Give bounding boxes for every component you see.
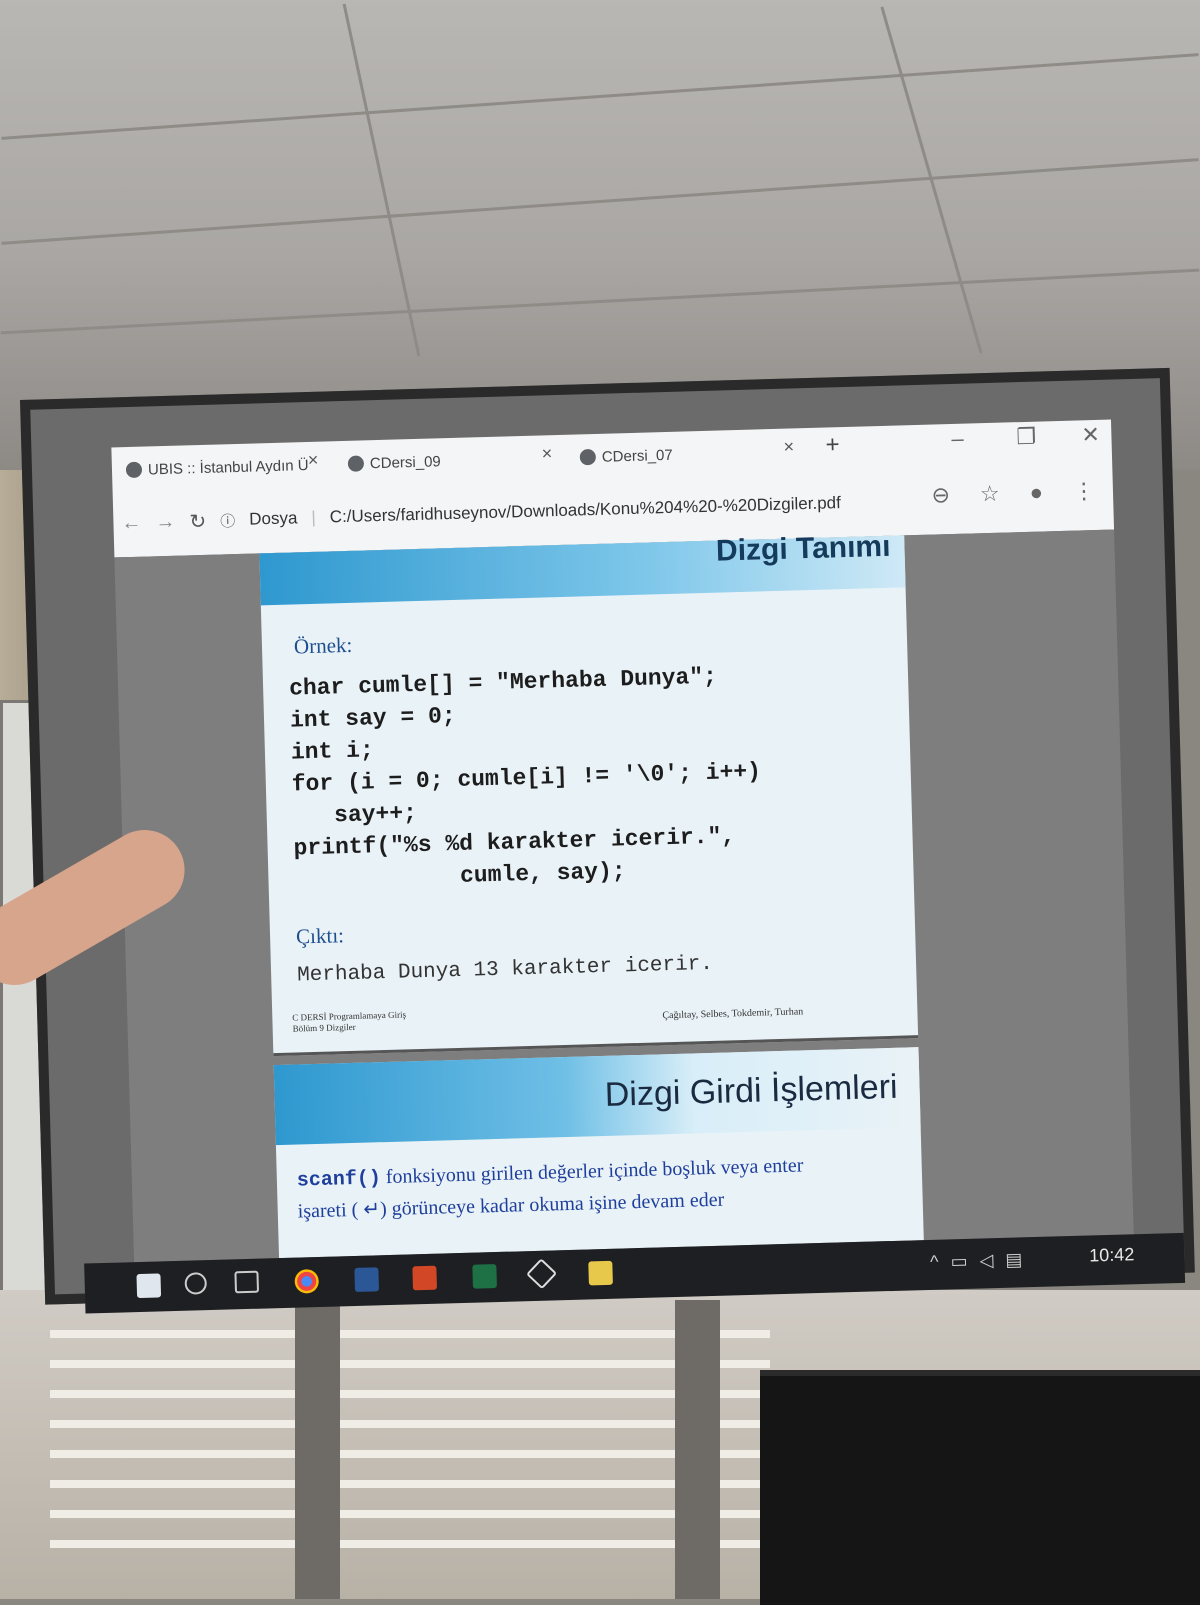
site-icon xyxy=(125,461,143,479)
tab-ubis[interactable]: UBIS :: İstanbul Aydın Ü xyxy=(125,448,310,487)
pdf-viewer: Dizgi Tanımı Örnek: char cumle[] = "Merh… xyxy=(114,529,1134,1263)
windows-start-icon[interactable] xyxy=(136,1273,162,1299)
profile-icon[interactable]: ● xyxy=(1029,479,1043,505)
monitor xyxy=(760,1370,1200,1605)
toolbar-right: ⊖ ☆ ● ⋮ xyxy=(931,478,1095,509)
menu-icon[interactable]: ⋮ xyxy=(1073,478,1096,505)
globe-icon xyxy=(347,455,365,472)
table-leg xyxy=(295,1300,340,1599)
clock[interactable]: 10:42 xyxy=(1089,1244,1135,1266)
folder-icon[interactable] xyxy=(588,1260,613,1286)
word-icon[interactable] xyxy=(354,1267,380,1292)
network-icon[interactable]: ▭ xyxy=(950,1251,980,1272)
close-icon[interactable]: × xyxy=(783,436,794,457)
slide-banner: Dizgi Girdi İşlemleri xyxy=(273,1047,921,1146)
task-view-icon[interactable] xyxy=(234,1270,260,1294)
chevron-up-icon[interactable]: ^ xyxy=(930,1251,951,1272)
slide-body-text: scanf() fonksiyonu girilen değerler için… xyxy=(296,1154,804,1223)
pdf-page: Dizgi Tanımı Örnek: char cumle[] = "Merh… xyxy=(259,530,919,1057)
table-leg xyxy=(675,1300,720,1599)
pdf-page: Dizgi Girdi İşlemleri scanf() fonksiyonu… xyxy=(273,1047,924,1259)
reload-icon[interactable]: ↻ xyxy=(189,508,206,533)
minimize-icon[interactable]: – xyxy=(951,426,964,452)
chrome-icon[interactable] xyxy=(294,1269,320,1294)
url-text[interactable]: C:/Users/faridhuseynov/Downloads/Konu%20… xyxy=(330,493,842,527)
excel-icon[interactable] xyxy=(472,1264,497,1289)
globe-icon xyxy=(579,448,597,466)
slide-title: Dizgi Tanımı xyxy=(715,529,891,568)
close-window-icon[interactable]: ✕ xyxy=(1081,422,1100,449)
slide-footer-left: C DERSİ Programlamaya Giriş Bölüm 9 Dizg… xyxy=(292,1009,407,1034)
close-icon[interactable]: × xyxy=(308,450,319,471)
zoom-icon[interactable]: ⊖ xyxy=(931,482,950,509)
example-label: Örnek: xyxy=(293,632,353,659)
info-icon[interactable]: ⓘ xyxy=(220,510,236,531)
code-block: char cumle[] = "Merhaba Dunya"; int say … xyxy=(288,663,762,894)
output-text: Merhaba Dunya 13 karakter icerir. xyxy=(296,952,714,988)
new-tab-button[interactable]: + xyxy=(825,431,840,459)
restore-icon[interactable]: ❐ xyxy=(1016,424,1036,451)
close-icon[interactable]: × xyxy=(541,443,552,464)
back-icon[interactable]: ← xyxy=(121,511,142,535)
tab-label: UBIS :: İstanbul Aydın Ü xyxy=(147,456,309,478)
tab-label: CDersi_07 xyxy=(601,446,673,466)
tab-cdersi-09[interactable]: CDersi_09 xyxy=(347,444,441,481)
output-label: Çıktı: xyxy=(295,923,345,949)
star-icon[interactable]: ☆ xyxy=(980,481,1000,508)
forward-icon[interactable]: → xyxy=(155,510,176,534)
mute-icon[interactable]: ◁ xyxy=(979,1250,1005,1271)
app-icon[interactable] xyxy=(526,1258,558,1290)
powerpoint-icon[interactable] xyxy=(412,1265,438,1291)
keyboard-icon[interactable]: ▤ xyxy=(1005,1249,1035,1270)
tab-label: CDersi_09 xyxy=(369,452,441,472)
search-icon[interactable] xyxy=(184,1272,208,1295)
system-tray: ^▭◁▤ xyxy=(930,1249,1035,1273)
slide-footer-right: Çağıltay, Selbes, Tokdemir, Turhan xyxy=(662,1006,804,1022)
slide-title: Dizgi Girdi İşlemleri xyxy=(604,1067,899,1114)
address-prefix: Dosya xyxy=(248,508,298,529)
projection-screen: UBIS :: İstanbul Aydın Ü × CDersi_09 × C… xyxy=(20,367,1195,1314)
tab-cdersi-07[interactable]: CDersi_07 xyxy=(579,438,673,475)
